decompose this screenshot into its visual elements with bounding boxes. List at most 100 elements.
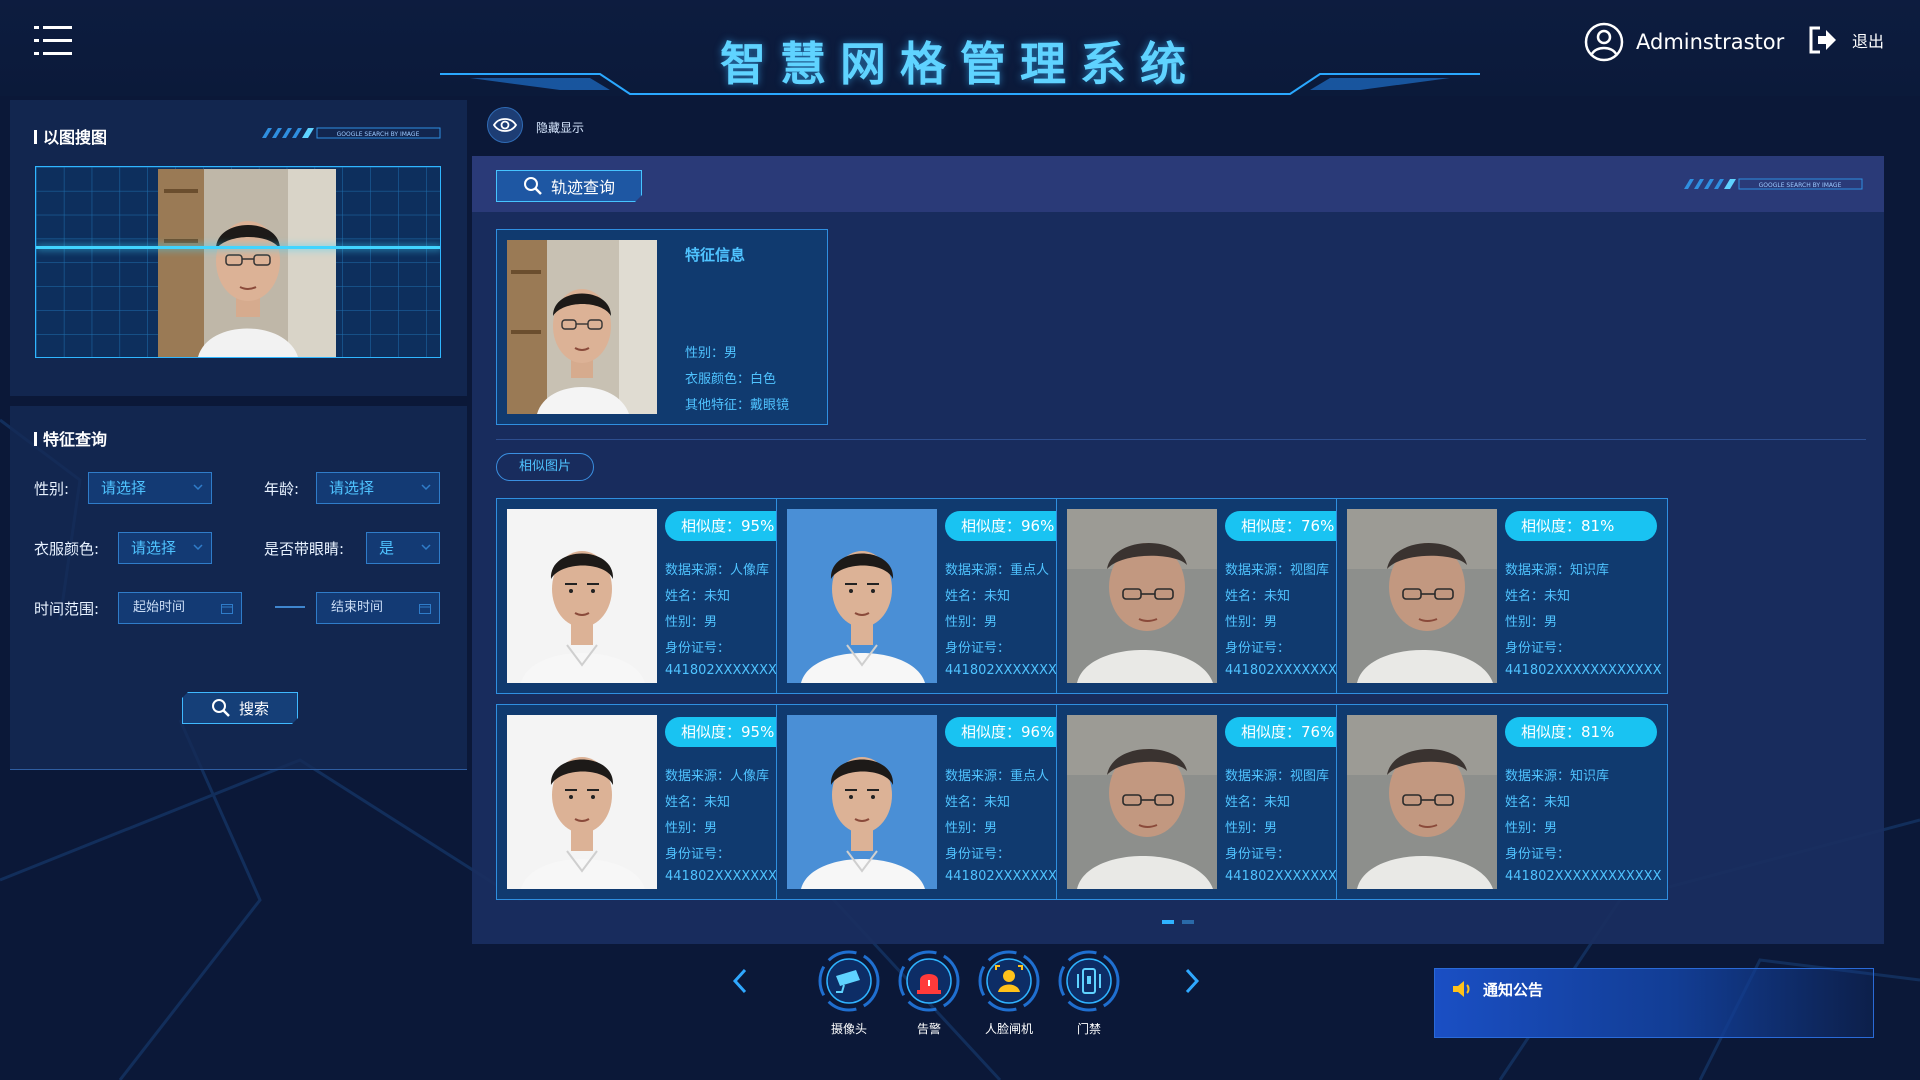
range-separator — [275, 606, 305, 608]
feature-other: 其他特征：戴眼镜 — [685, 398, 790, 413]
speaker-icon — [1453, 981, 1470, 997]
dock-prev-arrow-icon[interactable] — [732, 968, 748, 994]
result-gender: 性别：男 — [1505, 615, 1558, 630]
glasses-select-value: 是 — [379, 539, 395, 557]
result-id-value: 441802XXXXXXXXXXXX — [1505, 663, 1662, 678]
result-id-label: 身份证号： — [665, 641, 731, 656]
uploaded-face-photo — [158, 169, 336, 357]
search-icon — [523, 176, 543, 196]
chevron-down-icon — [421, 544, 431, 551]
chevron-down-icon — [193, 484, 203, 491]
result-source: 数据来源：人像库 — [665, 563, 770, 578]
trajectory-panel: 轨迹查询 GOOGLE SEARCH BY IMAGE 特征信息 性别：男 衣服… — [472, 156, 1884, 944]
user-name: Adminstrastor — [1636, 30, 1785, 54]
pagination-dots — [1162, 920, 1202, 924]
result-face-photo — [507, 715, 657, 889]
result-card[interactable]: 相似度：81% 数据来源：知识库 姓名：未知 性别：男 身份证号： 441802XXXXX… — [1336, 498, 1668, 694]
result-source: 数据来源：视图库 — [1225, 769, 1330, 784]
trajectory-query-button[interactable]: 轨迹查询 — [496, 170, 642, 202]
feature-gender: 性别：男 — [685, 346, 738, 361]
logout-button[interactable]: 退出 — [1808, 26, 1884, 54]
dock-item-camera[interactable]: 摄像头 — [814, 950, 884, 1037]
result-gender: 性别：男 — [1225, 615, 1278, 630]
result-source: 数据来源：重点人 — [945, 769, 1050, 784]
result-face-photo — [1347, 715, 1497, 889]
logout-icon — [1809, 26, 1836, 54]
result-id-label: 身份证号： — [1225, 847, 1291, 862]
start-time-placeholder: 起始时间 — [133, 600, 186, 615]
end-time-input[interactable]: 结束时间 — [316, 592, 440, 624]
glasses-label: 是否带眼睛: — [264, 540, 345, 558]
search-button-label: 搜索 — [238, 699, 269, 718]
section-divider — [496, 439, 1866, 440]
result-name: 姓名：未知 — [1505, 795, 1571, 810]
top-header: 智慧网格管理系统 Adminstrastor 退出 — [0, 0, 1920, 96]
image-search-panel: 以图搜图 GOOGLE SEARCH BY IMAGE — [10, 100, 467, 396]
trajectory-deco-text: GOOGLE SEARCH BY IMAGE — [1759, 182, 1842, 189]
result-source: 数据来源：知识库 — [1505, 769, 1610, 784]
chevron-down-icon — [193, 544, 203, 551]
result-id-label: 身份证号： — [1505, 641, 1571, 656]
result-name: 姓名：未知 — [1225, 795, 1291, 810]
image-search-title: 以图搜图 — [34, 124, 107, 148]
eye-icon — [493, 118, 517, 132]
result-gender: 性别：男 — [945, 615, 998, 630]
gender-select[interactable]: 请选择 — [88, 472, 212, 504]
result-source: 数据来源：重点人 — [945, 563, 1050, 578]
feature-info-title: 特征信息 — [685, 246, 746, 264]
camera-icon — [818, 950, 880, 1012]
dock-item-alarm[interactable]: 告警 — [894, 950, 964, 1037]
age-select[interactable]: 请选择 — [316, 472, 440, 504]
feature-query-title: 特征查询 — [34, 426, 107, 450]
result-face-photo — [1347, 509, 1497, 683]
dock-item-face-gate[interactable]: 人脸闸机 — [974, 950, 1044, 1037]
result-name: 姓名：未知 — [1505, 589, 1571, 604]
feature-info-card: 特征信息 性别：男 衣服颜色：白色 其他特征：戴眼镜 — [496, 229, 828, 425]
search-button[interactable]: 搜索 — [182, 692, 298, 724]
trajectory-query-label: 轨迹查询 — [550, 178, 615, 197]
result-id-value: 441802XXXXXXXXXXXX — [1505, 869, 1662, 884]
result-id-label: 身份证号： — [945, 847, 1011, 862]
logout-label: 退出 — [1852, 32, 1885, 51]
clothes-color-select[interactable]: 请选择 — [118, 532, 212, 564]
similar-images-tab[interactable]: 相似图片 — [496, 453, 594, 481]
feature-query-panel: 特征查询 性别: 请选择 年龄: 请选择 衣服颜色: 请选择 是否带眼睛: 是 … — [10, 406, 467, 770]
feature-clothes-color: 衣服颜色：白色 — [685, 372, 777, 387]
dock-label-alarm: 告警 — [916, 1022, 941, 1036]
end-time-placeholder: 结束时间 — [331, 600, 384, 615]
toggle-visibility-label: 隐藏显示 — [536, 121, 585, 135]
start-time-input[interactable]: 起始时间 — [118, 592, 242, 624]
image-search-decoration: GOOGLE SEARCH BY IMAGE — [262, 127, 441, 139]
result-gender: 性别：男 — [665, 821, 718, 836]
gender-select-value: 请选择 — [101, 479, 147, 497]
upload-image-frame[interactable] — [35, 166, 441, 358]
result-id-label: 身份证号： — [1225, 641, 1291, 656]
page-dot-active[interactable] — [1162, 920, 1174, 924]
result-card[interactable]: 相似度：81% 数据来源：知识库 姓名：未知性别：男身份证号： 441802XXXXX… — [1336, 704, 1668, 900]
dock-item-access-control[interactable]: 门禁 — [1054, 950, 1124, 1037]
clothes-color-label: 衣服颜色: — [34, 540, 100, 558]
result-id-label: 身份证号： — [1505, 847, 1571, 862]
result-gender: 性别：男 — [1505, 821, 1558, 836]
result-gender: 性别：男 — [945, 821, 998, 836]
similarity-badge: 相似度：81% — [1505, 717, 1657, 747]
result-face-photo — [1067, 509, 1217, 683]
result-id-label: 身份证号： — [945, 641, 1011, 656]
similarity-badge: 相似度：81% — [1505, 511, 1657, 541]
access-control-icon — [1058, 950, 1120, 1012]
notice-board[interactable]: 通知公告 — [1434, 968, 1874, 1038]
dock-label-face-gate: 人脸闸机 — [984, 1022, 1033, 1036]
glasses-select[interactable]: 是 — [366, 532, 440, 564]
result-face-photo — [1067, 715, 1217, 889]
clothes-color-select-value: 请选择 — [131, 539, 177, 557]
user-info[interactable]: Adminstrastor — [1584, 22, 1784, 62]
chevron-down-icon — [421, 484, 431, 491]
image-search-deco-text: GOOGLE SEARCH BY IMAGE — [337, 131, 420, 138]
page-dot[interactable] — [1182, 920, 1194, 924]
toggle-visibility-button[interactable] — [487, 107, 523, 143]
dock-next-arrow-icon[interactable] — [1184, 968, 1200, 994]
result-gender: 性别：男 — [665, 615, 718, 630]
result-source: 数据来源：视图库 — [1225, 563, 1330, 578]
result-name: 姓名：未知 — [945, 795, 1011, 810]
result-face-photo — [507, 509, 657, 683]
